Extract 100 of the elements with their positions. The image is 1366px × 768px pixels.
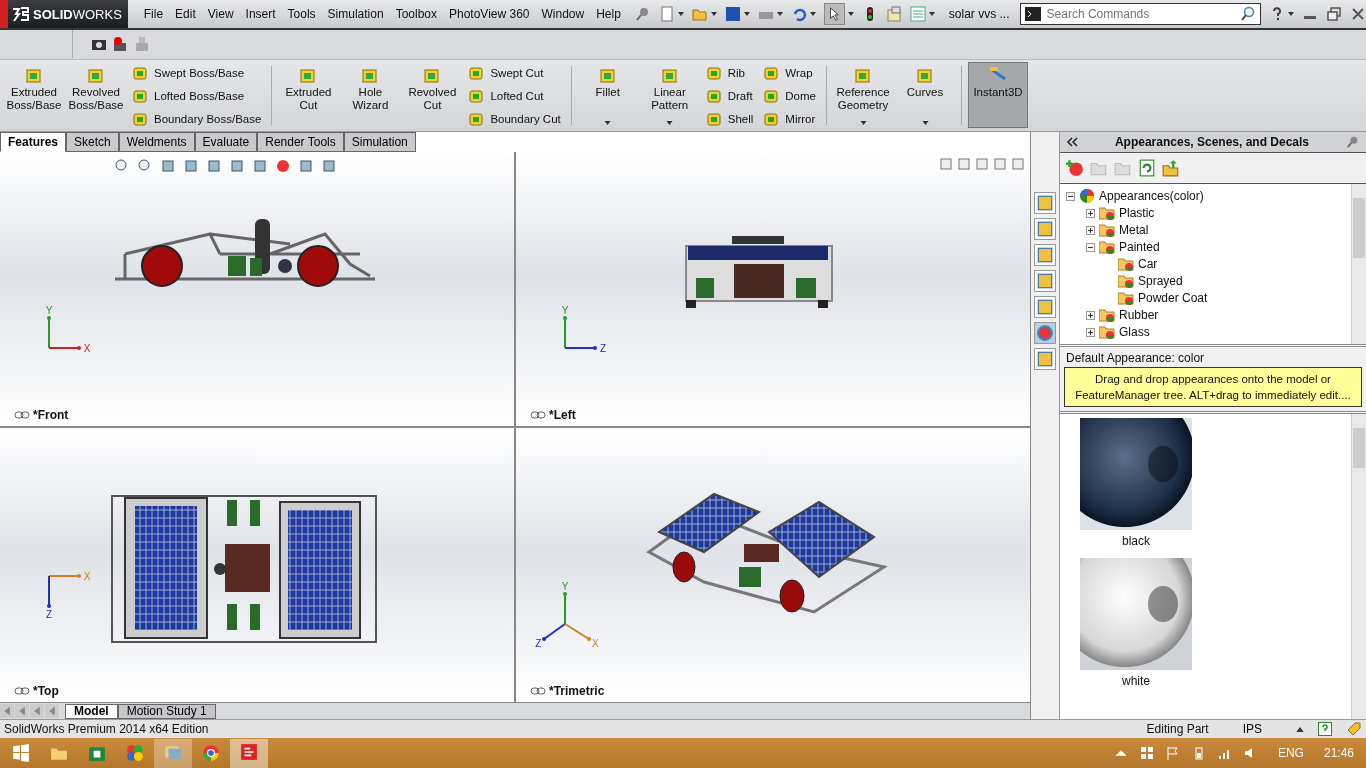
tile-icon[interactable]: [958, 157, 970, 170]
chrome-icon[interactable]: [202, 744, 220, 762]
search-field[interactable]: Search Commands: [1019, 3, 1261, 25]
properties-icon[interactable]: [1034, 347, 1056, 370]
resources-icon[interactable]: [1034, 191, 1056, 214]
ribbon-button[interactable]: Swept Cut: [464, 61, 565, 84]
appearance-icon[interactable]: [1034, 321, 1056, 344]
pin-icon[interactable]: [634, 6, 651, 22]
refresh-icon[interactable]: [1138, 158, 1156, 177]
caret-icon[interactable]: [710, 12, 717, 16]
ribbon-button[interactable]: Lofted Boss/Base: [128, 84, 266, 107]
menu-item[interactable]: Insert: [239, 2, 282, 26]
menu-item[interactable]: View: [201, 2, 240, 26]
appearance-swatch[interactable]: [1080, 417, 1192, 530]
windows-icon[interactable]: [1139, 746, 1154, 760]
home-icon[interactable]: [1034, 217, 1056, 240]
ribbon-button[interactable]: Shell: [701, 107, 758, 130]
menu-item[interactable]: Simulation: [321, 2, 390, 26]
tree-item[interactable]: Car: [1138, 257, 1158, 272]
search-input[interactable]: Search Commands: [1044, 6, 1236, 22]
ribbon-button[interactable]: Hole Wizard: [340, 61, 401, 128]
tree-item[interactable]: Glass: [1119, 325, 1150, 340]
caret-icon[interactable]: [677, 12, 684, 16]
previous-view-icon[interactable]: [160, 157, 176, 174]
ribbon-button[interactable]: Revolved Cut: [402, 61, 463, 128]
save-icon[interactable]: [724, 6, 741, 22]
ribbon-button[interactable]: Lofted Cut: [464, 84, 565, 107]
display-style-icon[interactable]: [229, 157, 245, 174]
caret-icon[interactable]: [1288, 12, 1294, 16]
expander-icon[interactable]: [1066, 191, 1075, 201]
caret-icon[interactable]: [809, 12, 816, 16]
tab-scroll-icon[interactable]: [15, 704, 29, 719]
caret-icon[interactable]: [847, 12, 854, 16]
restore-icon[interactable]: [1326, 6, 1342, 22]
options-icon[interactable]: [885, 6, 902, 22]
expander-icon[interactable]: [1086, 225, 1095, 235]
menu-item[interactable]: File: [137, 2, 170, 26]
caret-icon[interactable]: [743, 12, 750, 16]
ribbon-button[interactable]: Swept Boss/Base: [128, 61, 266, 84]
menu-item[interactable]: Edit: [169, 2, 202, 26]
help-icon[interactable]: [1318, 722, 1332, 737]
tab-scroll-icon[interactable]: [0, 704, 14, 719]
select-button[interactable]: [823, 3, 845, 25]
command-tab[interactable]: Sketch: [66, 131, 119, 152]
tree-item[interactable]: Plastic: [1119, 206, 1155, 221]
expander-icon[interactable]: [1086, 327, 1095, 337]
tree-item[interactable]: Metal: [1119, 223, 1149, 238]
study-tab[interactable]: Model: [65, 703, 118, 719]
tree-item[interactable]: Sprayed: [1138, 274, 1183, 289]
flag-icon[interactable]: [1165, 746, 1180, 760]
ribbon-button[interactable]: Curves: [895, 61, 955, 128]
section-view-icon[interactable]: [183, 157, 199, 174]
instant3d-button[interactable]: Instant3D: [968, 61, 1028, 128]
tab-scroll-icon[interactable]: [45, 704, 59, 719]
viewport[interactable]: Y X *Front: [0, 151, 514, 426]
ribbon-button[interactable]: Extruded Cut: [278, 61, 339, 128]
store-icon[interactable]: [88, 744, 106, 762]
add-appearance-icon[interactable]: [1066, 158, 1084, 177]
ribbon-button[interactable]: Boundary Cut: [464, 107, 565, 130]
tree-item[interactable]: Rubber: [1119, 308, 1159, 323]
tab-scroll-icon[interactable]: [30, 704, 44, 719]
tree-item[interactable]: Powder Coat: [1138, 291, 1208, 306]
study-tab[interactable]: Motion Study 1: [117, 703, 216, 719]
caret-icon[interactable]: [928, 12, 935, 16]
viewport[interactable]: Y Z *Left: [516, 151, 1030, 426]
command-tab[interactable]: Render Tools: [257, 131, 344, 152]
scrollbar[interactable]: [1351, 413, 1366, 720]
caret-icon[interactable]: [1296, 726, 1304, 732]
scene-icon[interactable]: [298, 157, 314, 174]
settings-icon[interactable]: [321, 157, 337, 174]
windows-start-icon[interactable]: [12, 744, 30, 762]
command-tab[interactable]: Features: [0, 131, 67, 152]
close-icon[interactable]: [1012, 157, 1024, 170]
menu-item[interactable]: Tools: [281, 2, 322, 26]
collapse-icon[interactable]: [1066, 136, 1078, 147]
folder-up-icon[interactable]: [1162, 158, 1180, 177]
ribbon-button[interactable]: Boundary Boss/Base: [128, 107, 266, 130]
units-button[interactable]: IPS: [1222, 722, 1282, 737]
caret-icon[interactable]: [776, 12, 783, 16]
viewport[interactable]: Y Z X *Trimetric: [516, 428, 1030, 703]
ribbon-button[interactable]: Fillet: [577, 61, 638, 128]
hide-show-icon[interactable]: [252, 157, 268, 174]
menu-item[interactable]: Toolbox: [389, 2, 443, 26]
minimize-icon[interactable]: [976, 157, 988, 170]
tile-icon[interactable]: [940, 157, 952, 170]
tag-icon[interactable]: [1346, 721, 1362, 738]
checklist-icon[interactable]: [909, 6, 926, 22]
record-camera-icon[interactable]: [113, 36, 129, 53]
zoom-fit-icon[interactable]: [114, 157, 130, 174]
flower-icon[interactable]: [126, 744, 144, 762]
menu-item[interactable]: Help: [590, 2, 627, 26]
tree-item[interactable]: Appearances(color): [1099, 189, 1204, 204]
ribbon-button[interactable]: Revolved Boss/Base: [66, 61, 126, 128]
zoom-area-icon[interactable]: [137, 157, 153, 174]
scrollbar[interactable]: [1351, 183, 1366, 344]
appearance-swatch[interactable]: [1080, 557, 1192, 670]
tree-item[interactable]: Painted: [1119, 240, 1160, 255]
expander-icon[interactable]: [1086, 242, 1095, 252]
ribbon-button[interactable]: Linear Pattern: [639, 61, 700, 128]
pin-icon[interactable]: [1346, 134, 1360, 149]
